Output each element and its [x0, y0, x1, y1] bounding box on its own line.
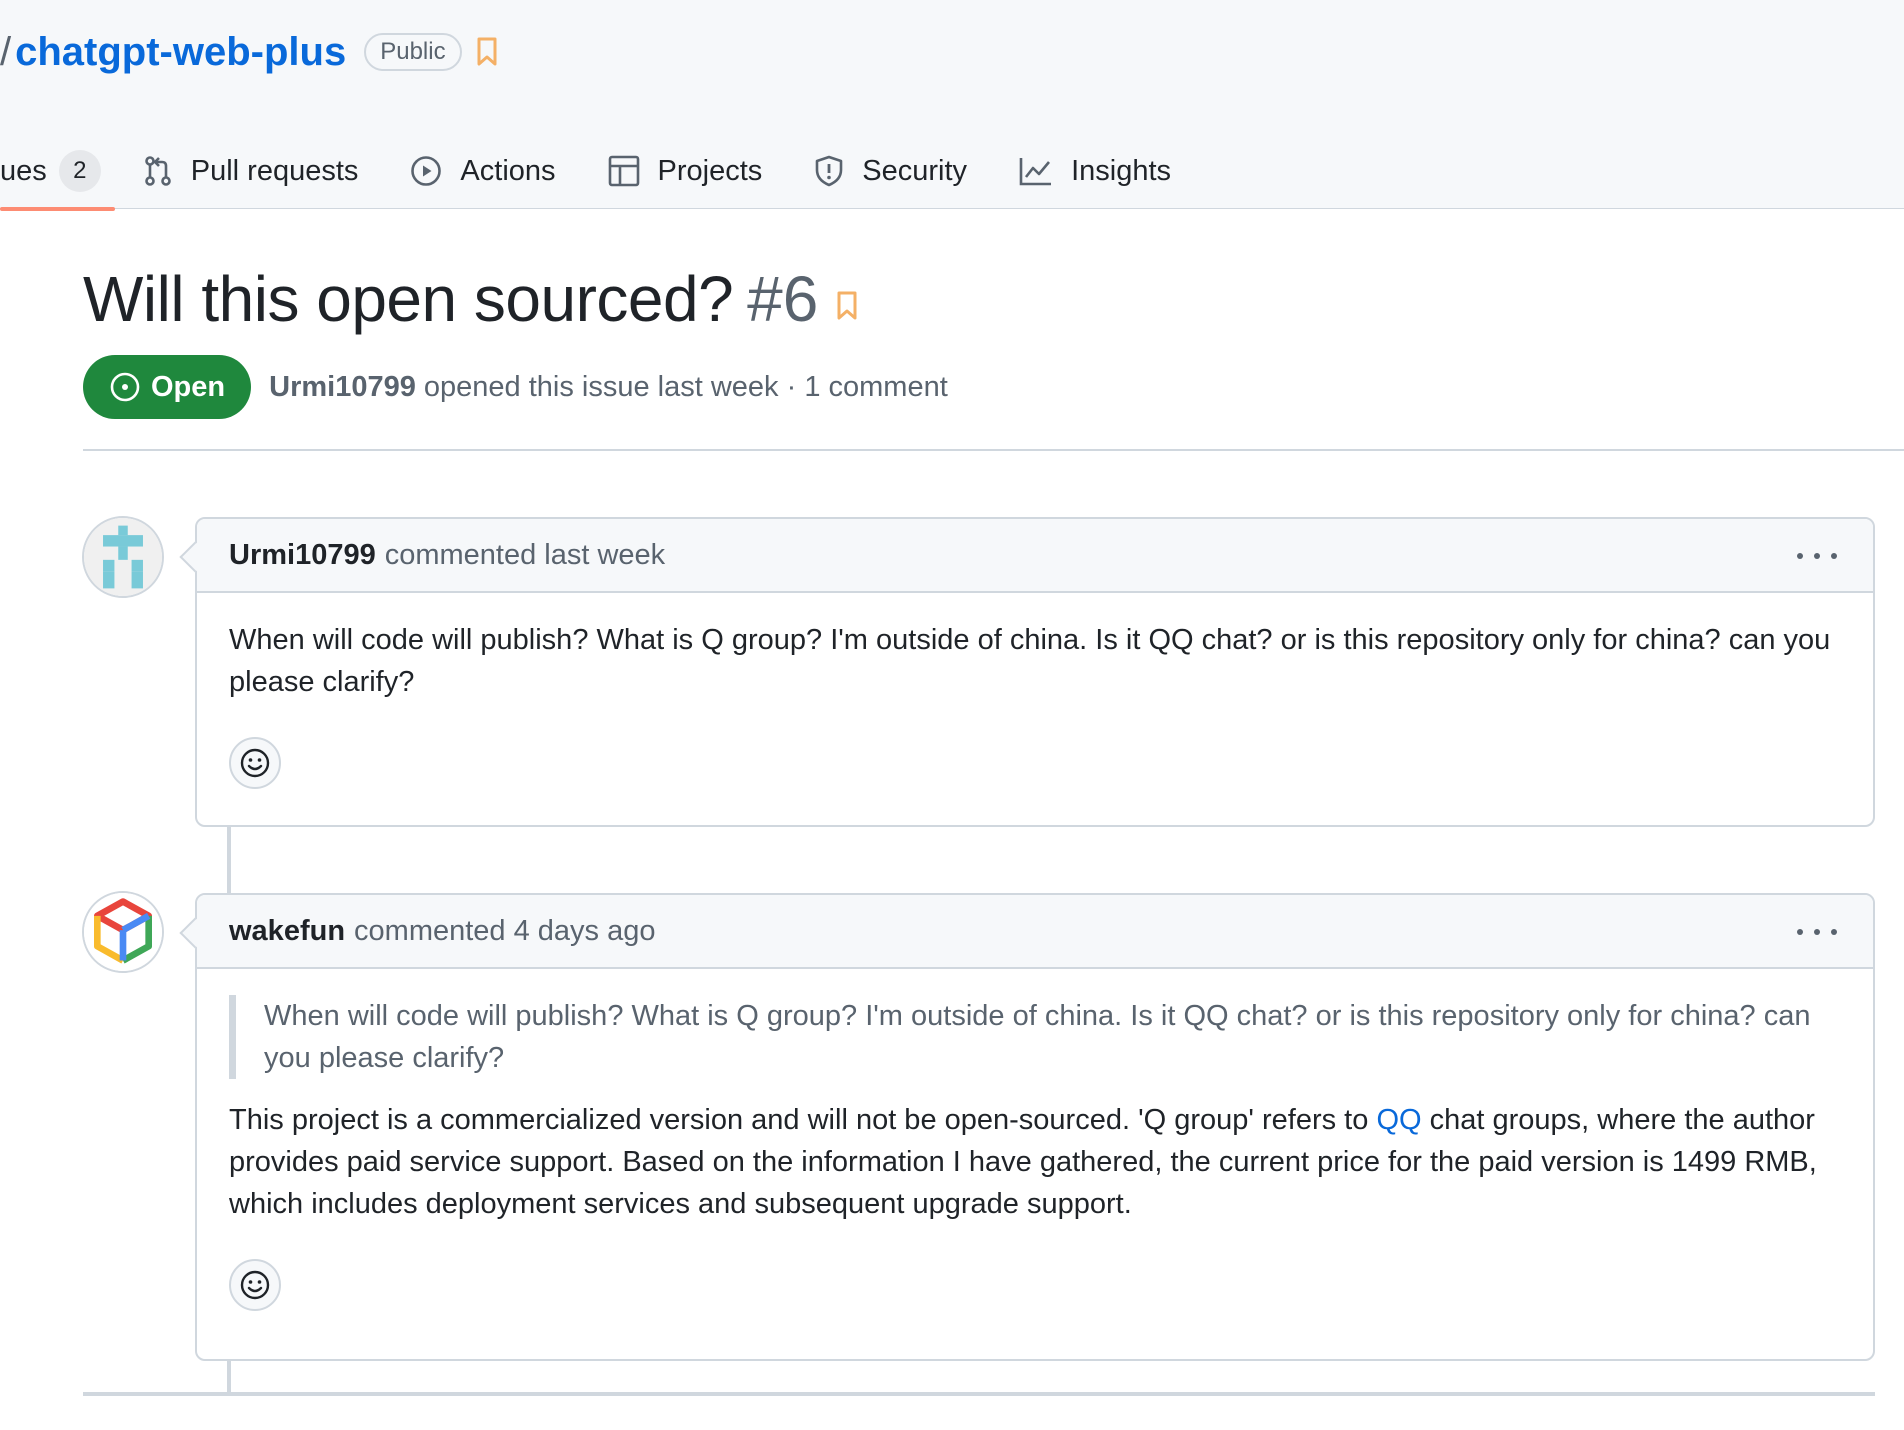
tab-projects-label: Projects	[657, 154, 763, 187]
issue-open-icon	[109, 371, 141, 403]
comment-text-part: This project is a commercialized version…	[229, 1104, 1377, 1136]
kebab-icon[interactable]	[1797, 541, 1837, 571]
tab-projects[interactable]: Projects	[608, 132, 763, 210]
comment-card: Urmi10799 commented last week When will …	[179, 517, 1875, 827]
issue-title: Will this open sourced?	[83, 263, 734, 335]
tab-security-label: Security	[862, 154, 968, 187]
projects-table-icon	[608, 155, 640, 187]
repo-tabs: ues 2 Pull requests Actions Projects Sec…	[0, 132, 1223, 211]
smiley-icon	[239, 747, 271, 779]
graph-icon	[1019, 156, 1053, 186]
issues-counter: 2	[58, 150, 101, 192]
comment-card: wakefun commented 4 days ago When will c…	[179, 893, 1875, 1361]
issue-state-badge: Open	[83, 355, 252, 419]
tab-actions-label: Actions	[460, 154, 556, 187]
tab-issues-label: ues	[0, 154, 47, 187]
comment-timestamp[interactable]: commented last week	[385, 539, 665, 572]
timeline-end-divider	[83, 1392, 1875, 1396]
issue-title-row: Will this open sourced? #6	[83, 262, 1904, 336]
quoted-reply: When will code will publish? What is Q g…	[229, 995, 1841, 1079]
comment-header: Urmi10799 commented last week	[197, 519, 1873, 593]
tab-pull-requests[interactable]: Pull requests	[143, 132, 359, 210]
timeline-connector	[227, 826, 231, 894]
comment-timestamp[interactable]: commented 4 days ago	[354, 915, 655, 948]
actions-play-icon	[410, 155, 442, 187]
tab-pull-requests-label: Pull requests	[190, 154, 359, 187]
comment-text: When will code will publish? What is Q g…	[229, 624, 1831, 698]
add-reaction-button[interactable]	[229, 737, 281, 789]
issue-number: #6	[747, 263, 819, 335]
bookmark-icon	[836, 291, 858, 321]
comment-author-link[interactable]: wakefun	[229, 915, 345, 948]
tab-issues[interactable]: ues 2	[0, 132, 115, 211]
issue-header: Will this open sourced? #6 Open Urmi1079…	[83, 262, 1904, 419]
pull-request-icon	[143, 155, 173, 187]
comment-header: wakefun commented 4 days ago	[197, 895, 1873, 969]
issue-author-link[interactable]: Urmi10799	[269, 371, 416, 403]
repo-header: / chatgpt-web-plus Public ues 2 Pull req…	[0, 0, 1904, 211]
shield-icon	[814, 155, 844, 187]
tab-actions[interactable]: Actions	[410, 132, 556, 210]
repo-name-link[interactable]: chatgpt-web-plus	[15, 30, 346, 75]
avatar-wakefun[interactable]	[82, 891, 164, 973]
add-reaction-button[interactable]	[229, 1259, 281, 1311]
avatar-urmi10799[interactable]	[82, 516, 164, 598]
visibility-badge: Public	[364, 33, 462, 71]
tab-security[interactable]: Security	[814, 132, 967, 210]
issue-meta-text: opened this issue last week · 1 comment	[423, 370, 948, 403]
comment-body: When will code will publish? What is Q g…	[197, 593, 1873, 789]
bookmark-icon	[476, 37, 498, 67]
tab-insights-label: Insights	[1071, 154, 1172, 187]
issue-meta-row: Open Urmi10799 opened this issue last we…	[83, 355, 1904, 419]
header-divider	[83, 449, 1904, 451]
qq-link[interactable]: QQ	[1376, 1104, 1421, 1136]
issue-meta: Urmi10799 opened this issue last week · …	[269, 371, 948, 404]
comment-author-link[interactable]: Urmi10799	[229, 539, 376, 572]
repo-title: / chatgpt-web-plus Public	[0, 28, 498, 76]
repo-path-separator: /	[0, 29, 12, 74]
kebab-icon[interactable]	[1797, 917, 1837, 947]
issue-state-label: Open	[151, 370, 226, 403]
comment-body: When will code will publish? What is Q g…	[197, 969, 1873, 1311]
smiley-icon	[239, 1269, 271, 1301]
comment-text: This project is a commercialized version…	[229, 1099, 1841, 1225]
tab-insights[interactable]: Insights	[1019, 132, 1171, 210]
timeline-connector	[227, 1359, 231, 1393]
